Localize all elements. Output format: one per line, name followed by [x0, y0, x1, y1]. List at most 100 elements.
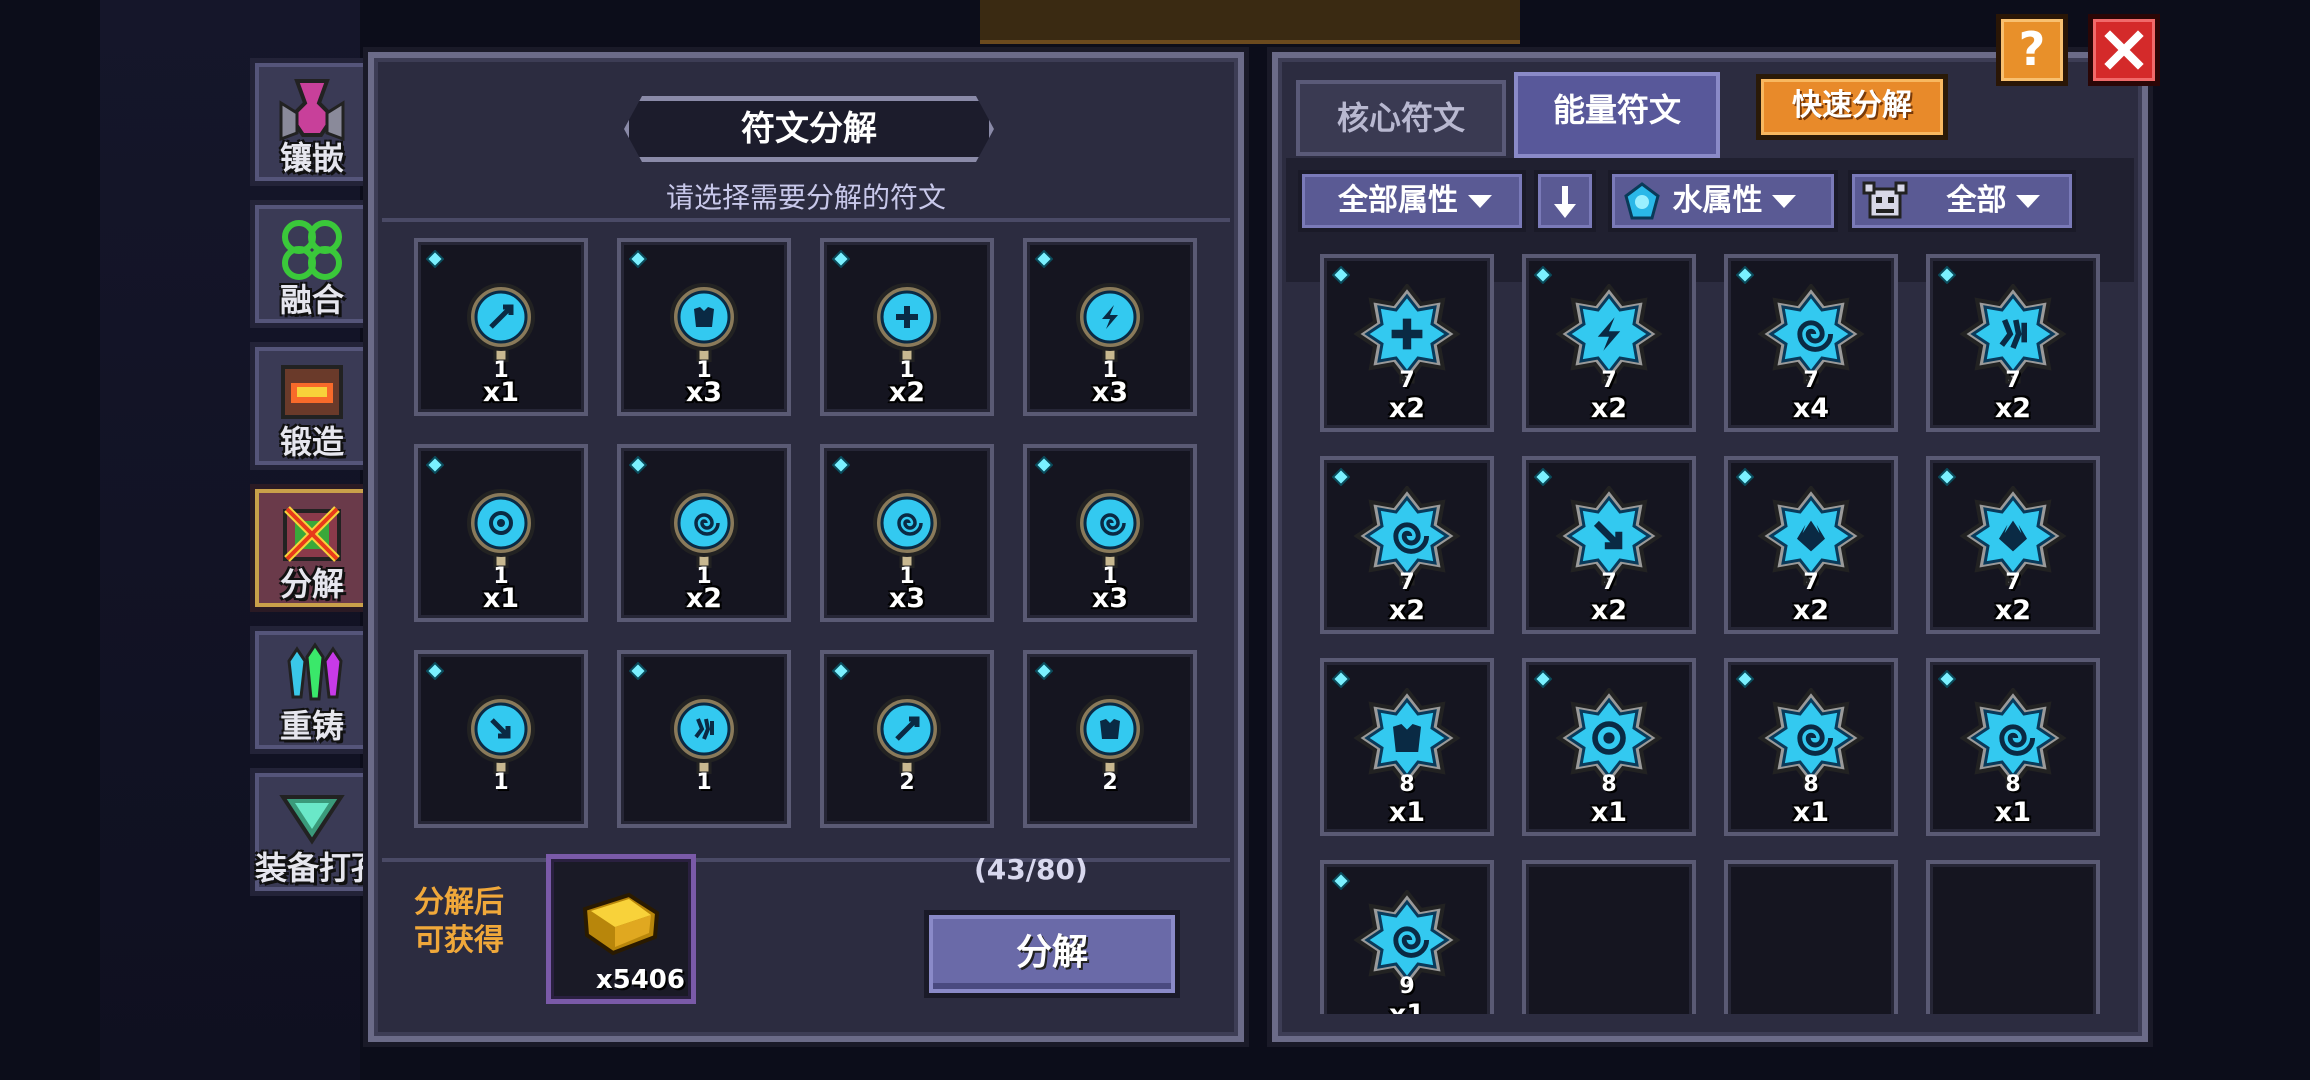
rarity-diamond-icon [425, 455, 445, 475]
rune-slot[interactable] [1926, 860, 2100, 1014]
tab-core-runes[interactable]: 核心符文 [1296, 80, 1506, 156]
rune-slot[interactable]: 1 x1 [414, 238, 588, 416]
rune-slot[interactable]: 7 x2 [1522, 456, 1696, 634]
rune-bolt-icon [1075, 282, 1145, 366]
reward-item[interactable]: x5406 [546, 854, 696, 1004]
rune-slot[interactable]: 2 [820, 650, 994, 828]
panel-title: 符文分解 [624, 96, 994, 162]
rune-inventory-grid: 7x27x27x47x27x27x27x27x28x18x18x18x19x1 [1320, 254, 2120, 1014]
category-filter-dropdown[interactable]: 全部 [1848, 170, 2076, 232]
element-filter-dropdown[interactable]: 水属性 [1608, 170, 1838, 232]
rune-count: x2 [1994, 393, 2032, 424]
rune-level: 8 [2005, 772, 2021, 797]
rarity-diamond-icon [1937, 669, 1957, 689]
rune-slot[interactable]: 1 [617, 650, 791, 828]
nav-label: 重铸 [279, 707, 344, 745]
rarity-diamond-icon [628, 455, 648, 475]
quick-decompose-button[interactable]: 快速分解 [1756, 74, 1948, 140]
rarity-diamond-icon [1331, 871, 1351, 891]
rarity-diamond-icon [1735, 467, 1755, 487]
rune-slot[interactable]: 7 x2 [1522, 254, 1696, 432]
attribute-filter-dropdown[interactable]: 全部属性 [1298, 170, 1526, 232]
rune-slot[interactable]: 1 x1 [414, 444, 588, 622]
arrow-down-icon [1554, 185, 1576, 218]
rune-slot[interactable]: 8 x1 [1724, 658, 1898, 836]
rune-count: x1 [1792, 797, 1830, 828]
decompose-button[interactable]: 分解 [924, 910, 1180, 998]
rune-count: x2 [1388, 595, 1426, 626]
rune-spiral-icon [669, 488, 739, 572]
rune-slot[interactable]: 1 x3 [1023, 238, 1197, 416]
nav-recast[interactable]: 重铸 [250, 626, 374, 754]
close-icon [2104, 30, 2144, 70]
water-element-icon [1624, 181, 1660, 219]
chevron-down-icon [1468, 195, 1492, 208]
rune-level: 1 [493, 770, 509, 795]
rune-slot[interactable] [1522, 860, 1696, 1014]
rune-slot[interactable]: 2 [1023, 650, 1197, 828]
rune-count: x2 [1590, 595, 1628, 626]
rune-slot[interactable]: 8 x1 [1320, 658, 1494, 836]
help-button[interactable]: ? [1996, 14, 2068, 86]
rarity-diamond-icon [831, 661, 851, 681]
rune-circle-icon [466, 488, 536, 572]
rarity-diamond-icon [425, 249, 445, 269]
close-button[interactable] [2088, 14, 2160, 86]
rune-slot[interactable]: 1 x3 [820, 444, 994, 622]
rune-claw-icon [669, 694, 739, 778]
rarity-diamond-icon [1937, 467, 1957, 487]
rune-slot[interactable]: 7 x2 [1724, 456, 1898, 634]
rarity-diamond-icon [1735, 669, 1755, 689]
rune-spiral-icon [1075, 488, 1145, 572]
rune-level: 7 [1803, 570, 1819, 595]
nav-forge[interactable]: 锻造 [250, 342, 374, 470]
rune-level: 7 [1803, 368, 1819, 393]
rune-slot[interactable]: 1 x2 [617, 444, 791, 622]
nav-label: 融合 [279, 281, 344, 319]
rune-slot[interactable]: 7 x2 [1926, 254, 2100, 432]
rune-count: x2 [888, 377, 926, 408]
rune-slot[interactable]: 7 x2 [1320, 254, 1494, 432]
nav-decompose[interactable]: 分解 [250, 484, 374, 612]
rune-count: x3 [888, 583, 926, 614]
rune-count: x1 [482, 583, 520, 614]
rune-level: 8 [1399, 772, 1415, 797]
rune-count: x1 [1324, 999, 1490, 1014]
rune-slot[interactable]: 8 x1 [1522, 658, 1696, 836]
rune-level: 7 [2005, 570, 2021, 595]
nav-socket[interactable]: 装备打孔 [250, 768, 383, 896]
rune-arrow-icon [466, 694, 536, 778]
reward-label: 分解后 可获得 [414, 885, 504, 958]
rune-level: 7 [1399, 570, 1415, 595]
rune-slot[interactable]: 1 [414, 650, 588, 828]
nav-inlay[interactable]: 镶嵌 [250, 58, 374, 186]
rune-slot[interactable]: 7 x2 [1926, 456, 2100, 634]
sort-button[interactable] [1534, 170, 1596, 232]
rune-level: 7 [2005, 368, 2021, 393]
decompose-panel: 符文分解 请选择需要分解的符文 1 x1 1 x3 1 x2 1 x3 1 x1 1 x2 1 x3 1 x3… [363, 47, 1249, 1047]
rune-slot[interactable]: 1 x3 [617, 238, 791, 416]
rune-inventory-panel: 核心符文 能量符文 快速分解 全部属性 水属性 全部 7 x2 7 x2 7 x… [1267, 47, 2153, 1047]
rune-slot[interactable]: 7 x2 [1320, 456, 1494, 634]
rarity-diamond-icon [1331, 467, 1351, 487]
rune-level: 1 [696, 770, 712, 795]
rune-count: x3 [1091, 377, 1129, 408]
rune-slot[interactable]: 7 x4 [1724, 254, 1898, 432]
nav-fusion[interactable]: 融合 [250, 200, 374, 328]
rarity-diamond-icon [1034, 455, 1054, 475]
rune-slot[interactable]: 1 x2 [820, 238, 994, 416]
rune-slot[interactable]: 8 x1 [1926, 658, 2100, 836]
tab-energy-runes[interactable]: 能量符文 [1514, 72, 1720, 158]
background-ornament [980, 0, 1520, 44]
rune-level: 2 [1102, 770, 1118, 795]
nav-label: 锻造 [279, 423, 344, 461]
rune-slot[interactable]: 9x1 [1320, 860, 1494, 1014]
rarity-diamond-icon [1533, 467, 1553, 487]
rarity-diamond-icon [831, 249, 851, 269]
chevron-down-icon [1772, 195, 1797, 208]
rune-slot[interactable] [1724, 860, 1898, 1014]
rune-level: 7 [1399, 368, 1415, 393]
rune-slot[interactable]: 1 x3 [1023, 444, 1197, 622]
rarity-diamond-icon [1937, 265, 1957, 285]
rune-count: x2 [1388, 393, 1426, 424]
